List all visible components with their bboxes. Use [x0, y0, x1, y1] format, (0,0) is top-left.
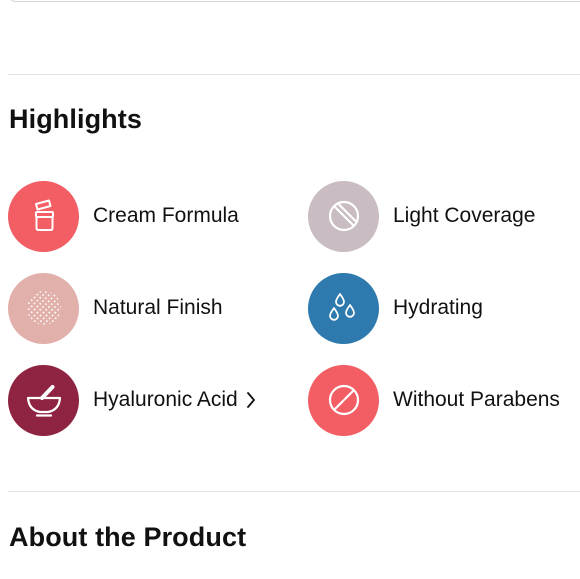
mortar-pestle-icon — [8, 364, 79, 436]
section-divider — [8, 491, 580, 492]
highlight-cream-formula[interactable]: Cream Formula — [8, 180, 239, 252]
highlight-label: Hydrating — [393, 296, 483, 319]
highlight-natural-finish[interactable]: Natural Finish — [8, 272, 223, 344]
highlight-light-coverage[interactable]: Light Coverage — [308, 180, 535, 252]
cream-jar-icon — [8, 180, 79, 252]
natural-finish-icon — [8, 272, 79, 344]
section-divider — [8, 74, 580, 75]
light-coverage-icon — [308, 180, 379, 252]
product-page: Highlights Cream Formula Light Coverage … — [0, 0, 580, 579]
highlights-title: Highlights — [9, 104, 142, 134]
no-symbol-icon — [308, 364, 379, 436]
highlight-hyaluronic-acid[interactable]: Hyaluronic Acid — [8, 364, 256, 436]
highlight-label: Cream Formula — [93, 204, 239, 227]
highlight-label: Light Coverage — [393, 204, 536, 227]
highlight-label: Natural Finish — [93, 296, 223, 319]
highlight-label: Without Parabens — [393, 388, 560, 411]
about-product-title[interactable]: About the Product — [9, 522, 246, 553]
highlight-hydrating[interactable]: Hydrating — [308, 272, 483, 344]
highlight-label: Hyaluronic Acid — [93, 388, 238, 411]
chevron-right-icon — [246, 391, 256, 409]
highlight-without-parabens[interactable]: Without Parabens — [308, 364, 560, 436]
water-drops-icon — [308, 272, 379, 344]
previous-card-edge — [8, 0, 580, 2]
